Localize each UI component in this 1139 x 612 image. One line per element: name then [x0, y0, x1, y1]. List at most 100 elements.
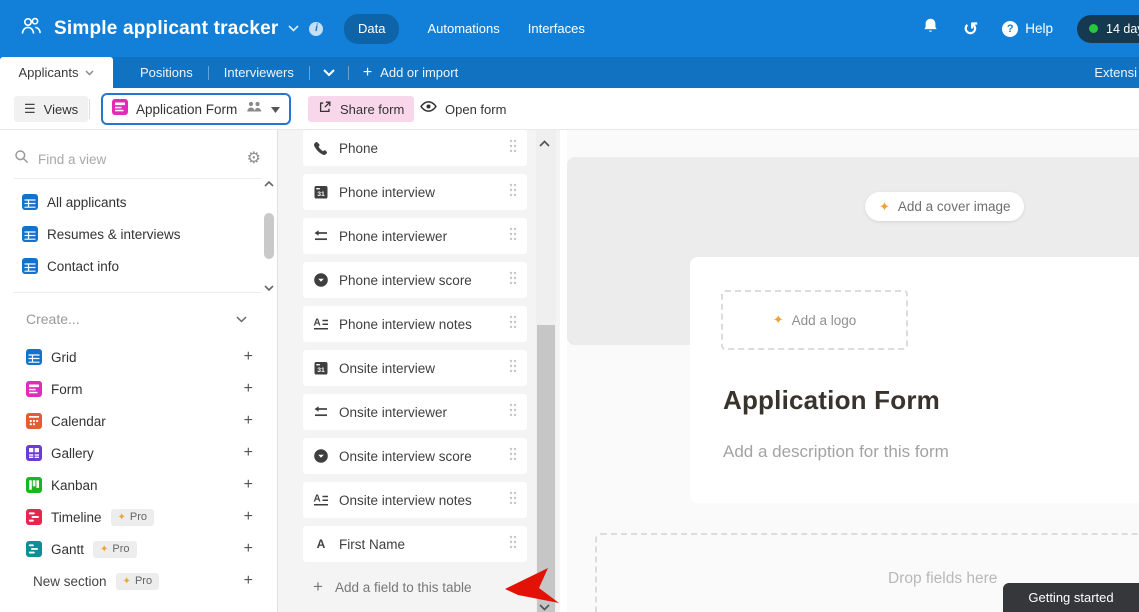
svg-text:A: A	[314, 318, 321, 329]
table-tab-chevron-down-icon	[85, 69, 95, 76]
extensions-tab[interactable]: Extensi	[1094, 57, 1139, 88]
svg-text:A: A	[314, 494, 321, 505]
drag-handle[interactable]	[509, 227, 517, 246]
field-card-onsite-interview[interactable]: 31 Onsite interview	[303, 350, 527, 386]
base-history-icon[interactable]: ↺	[963, 20, 978, 38]
field-card-phone-interview-notes[interactable]: A Phone interview notes	[303, 306, 527, 342]
view-list-scrollbar[interactable]	[261, 180, 277, 292]
add-form-view-button[interactable]: +	[244, 380, 253, 398]
drag-handle[interactable]	[509, 491, 517, 510]
plus-icon: +	[313, 577, 323, 596]
view-switcher-dropdown[interactable]: Application Form	[101, 93, 291, 125]
form-description-placeholder[interactable]: Add a description for this form	[723, 442, 949, 462]
create-gallery-view-item[interactable]: Gallery +	[0, 437, 277, 469]
table-tab-interviewers[interactable]: Interviewers	[209, 57, 309, 88]
field-card-phone-interview[interactable]: 31 Phone interview	[303, 174, 527, 210]
drag-handle[interactable]	[509, 447, 517, 466]
hamburger-icon: ☰	[24, 101, 36, 116]
create-new-section-item[interactable]: New section ✦ Pro +	[0, 565, 277, 597]
svg-text:A: A	[317, 537, 326, 551]
gallery-view-icon	[26, 445, 42, 461]
form-title[interactable]: Application Form	[723, 385, 940, 416]
create-grid-view-item[interactable]: Grid +	[0, 341, 277, 373]
drag-handle[interactable]	[509, 271, 517, 290]
drag-handle[interactable]	[509, 359, 517, 378]
add-new-section-button[interactable]: +	[244, 572, 253, 590]
share-icon	[318, 100, 332, 119]
scroll-up-icon[interactable]	[264, 180, 274, 187]
form-preview-pane: ✦ Add a cover image ✦ Add a logo Applica…	[560, 130, 1139, 612]
field-card-onsite-interviewer[interactable]: Onsite interviewer	[303, 394, 527, 430]
top-bar: Simple applicant tracker i Data Automati…	[0, 0, 1139, 57]
add-grid-view-button[interactable]: +	[244, 348, 253, 366]
field-card-onsite-interview-notes[interactable]: A Onsite interview notes	[303, 482, 527, 518]
field-card-first-name[interactable]: A First Name	[303, 526, 527, 562]
table-tab-positions[interactable]: Positions	[125, 57, 208, 88]
base-title[interactable]: Simple applicant tracker	[54, 18, 278, 40]
sidebar-view-resumes-interviews[interactable]: Resumes & interviews	[14, 218, 246, 250]
table-list-chevron-down-icon[interactable]	[310, 57, 348, 88]
drag-handle[interactable]	[509, 139, 517, 158]
drag-handle[interactable]	[509, 183, 517, 202]
views-menu-button[interactable]: ☰ Views	[14, 96, 89, 122]
sparkle-icon: ✦	[117, 511, 126, 523]
add-calendar-view-button[interactable]: +	[244, 412, 253, 430]
share-form-button[interactable]: Share form	[308, 96, 415, 122]
nav-tab-automations[interactable]: Automations	[427, 20, 499, 38]
search-icon	[14, 149, 29, 169]
pro-badge: ✦ Pro	[110, 508, 155, 526]
scrollbar-thumb[interactable]	[264, 213, 274, 259]
annotation-arrow-icon	[505, 568, 559, 603]
notifications-bell-icon[interactable]	[922, 17, 939, 40]
create-form-view-item[interactable]: Form +	[0, 373, 277, 405]
create-calendar-view-item[interactable]: Calendar +	[0, 405, 277, 437]
sidebar-view-all-applicants[interactable]: All applicants	[14, 186, 246, 218]
sidebar-divider	[14, 292, 261, 293]
getting-started-panel[interactable]: Getting started	[1003, 583, 1139, 612]
field-card-phone[interactable]: Phone	[303, 130, 527, 166]
scroll-up-icon[interactable]	[539, 134, 550, 152]
create-section-header[interactable]: Create...	[0, 306, 261, 332]
nav-tab-interfaces[interactable]: Interfaces	[528, 20, 585, 38]
add-cover-image-button[interactable]: ✦ Add a cover image	[865, 192, 1025, 221]
field-card-onsite-interview-score[interactable]: Onsite interview score	[303, 438, 527, 474]
add-or-import-button[interactable]: + Add or import	[349, 57, 472, 88]
views-sidebar: ⚙ All applicants Resumes & interviews Co…	[0, 130, 278, 612]
linked-record-field-icon	[314, 406, 327, 417]
field-card-phone-interviewer[interactable]: Phone interviewer	[303, 218, 527, 254]
scroll-down-icon[interactable]	[264, 285, 274, 292]
nav-tab-data[interactable]: Data	[344, 13, 400, 44]
add-kanban-view-button[interactable]: +	[244, 476, 253, 494]
trial-countdown-badge[interactable]: 14 days	[1077, 0, 1139, 57]
help-button[interactable]: ? Help	[1002, 20, 1053, 37]
sparkle-icon: ✦	[100, 543, 109, 555]
base-info-icon[interactable]: i	[309, 21, 324, 36]
create-timeline-view-item[interactable]: Timeline ✦ Pro +	[0, 501, 277, 533]
open-form-button[interactable]: Open form	[420, 96, 506, 122]
drag-handle[interactable]	[509, 403, 517, 422]
plus-icon: +	[362, 63, 373, 81]
table-tab-applicants[interactable]: Applicants	[0, 57, 113, 88]
create-gantt-view-item[interactable]: Gantt ✦ Pro +	[0, 533, 277, 565]
add-field-to-table-button[interactable]: + Add a field to this table	[313, 572, 472, 602]
add-gantt-view-button[interactable]: +	[244, 540, 253, 558]
add-gallery-view-button[interactable]: +	[244, 444, 253, 462]
sparkle-icon: ✦	[772, 312, 784, 327]
form-card: ✦ Add a logo Application Form Add a desc…	[690, 257, 1139, 503]
drop-fields-label: Drop fields here	[888, 570, 998, 587]
drag-handle[interactable]	[509, 535, 517, 554]
drag-handle[interactable]	[509, 315, 517, 334]
field-card-phone-interview-score[interactable]: Phone interview score	[303, 262, 527, 298]
create-kanban-view-item[interactable]: Kanban +	[0, 469, 277, 501]
add-timeline-view-button[interactable]: +	[244, 508, 253, 526]
trial-green-dot-icon	[1089, 24, 1098, 33]
timeline-view-icon	[26, 509, 42, 525]
collaborators-icon	[246, 100, 263, 119]
add-logo-button[interactable]: ✦ Add a logo	[721, 290, 908, 350]
form-fields-panel: Phone 31 Phone interview Phone interview…	[278, 130, 560, 612]
sidebar-view-contact-info[interactable]: Contact info	[14, 250, 246, 282]
form-view-icon	[112, 98, 128, 120]
base-title-chevron-down-icon[interactable]	[288, 25, 300, 32]
find-a-view-input[interactable]	[38, 151, 238, 167]
view-settings-gear-icon[interactable]: ⚙	[247, 151, 261, 167]
